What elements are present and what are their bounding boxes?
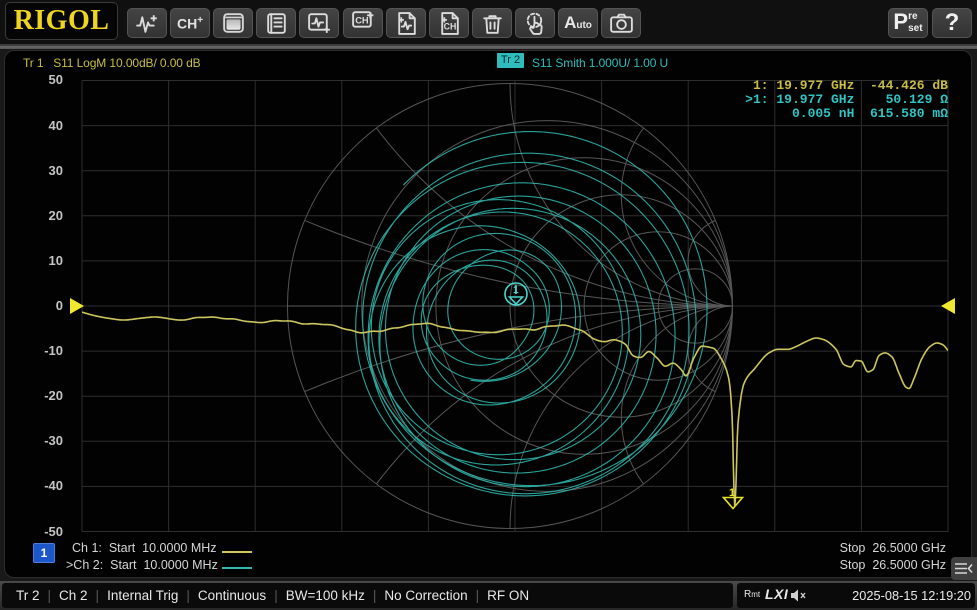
svg-text:1: 1 <box>729 487 735 499</box>
svg-text:CH: CH <box>443 21 456 31</box>
svg-text:1: 1 <box>513 285 519 296</box>
svg-text:CH: CH <box>355 16 369 26</box>
